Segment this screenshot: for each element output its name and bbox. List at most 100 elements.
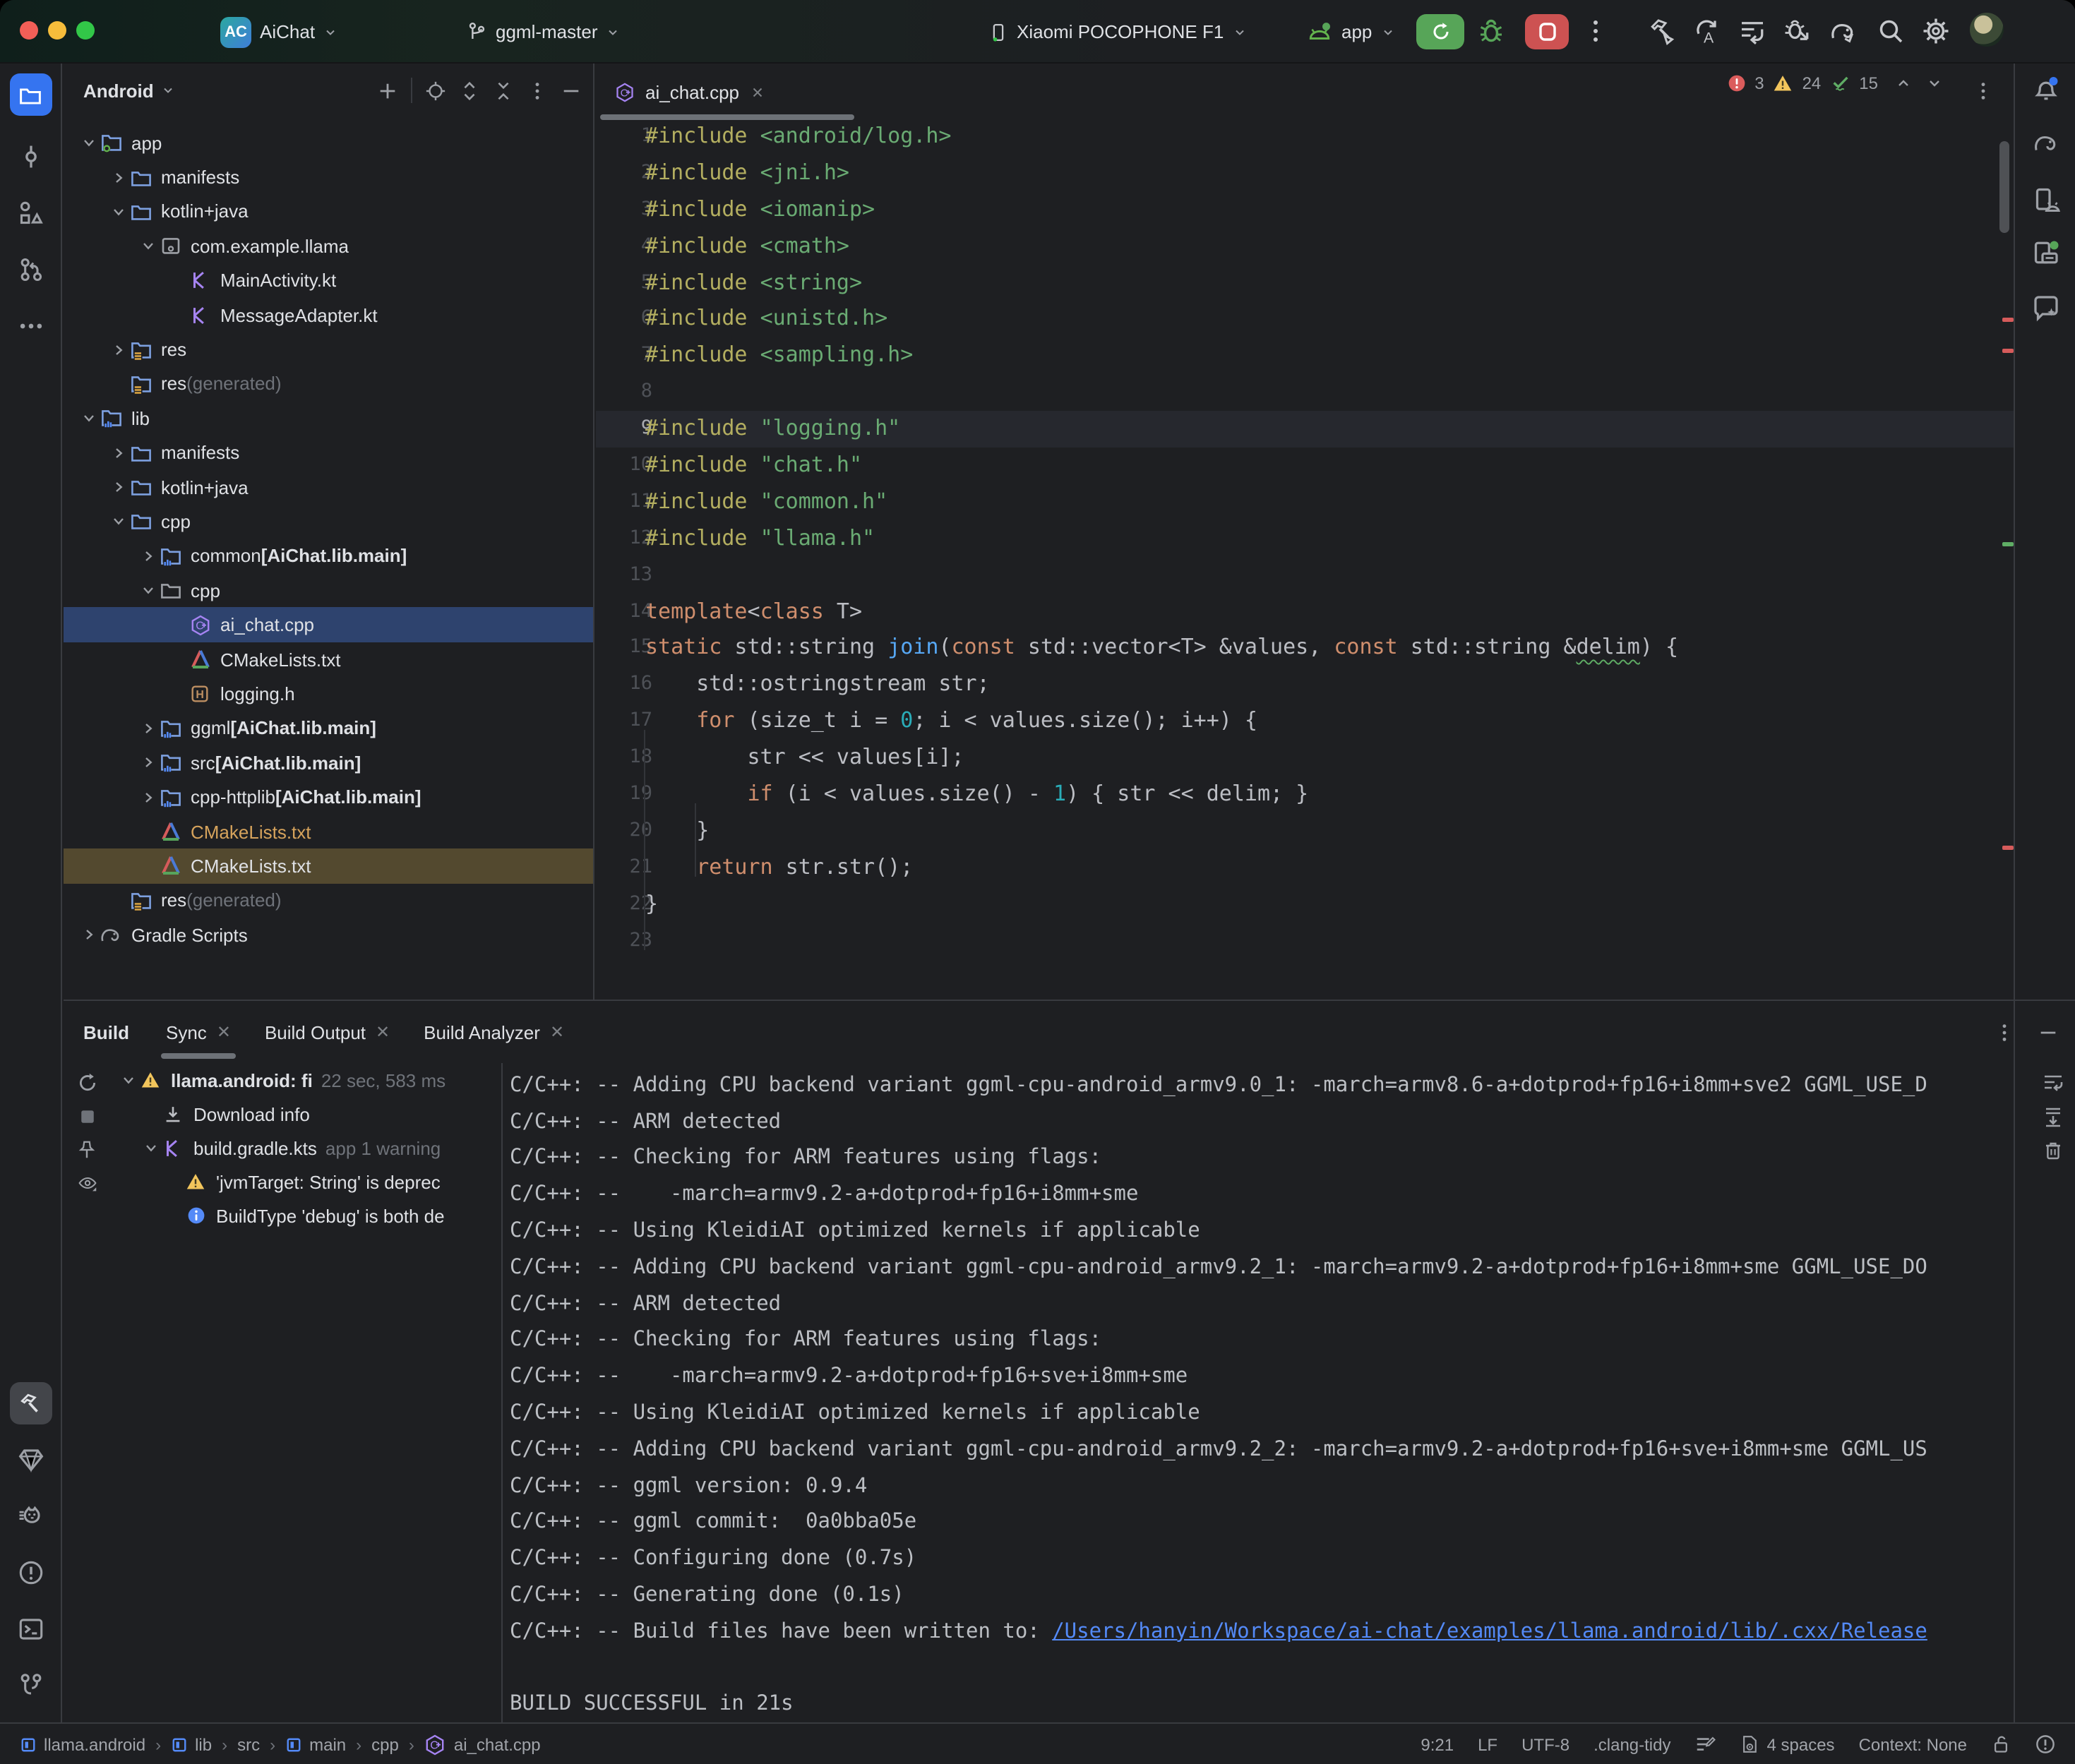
encoding[interactable]: UTF-8 — [1521, 1734, 1569, 1754]
project-view-selector[interactable]: Android — [83, 80, 154, 101]
code-line[interactable]: 3#include <iomanip> — [596, 192, 2014, 229]
code-line[interactable]: 9#include "logging.h" — [596, 411, 2014, 448]
collapse-all-icon[interactable] — [493, 80, 514, 101]
add-icon[interactable] — [377, 80, 398, 101]
breadcrumb-item[interactable]: Cai_chat.cpp — [424, 1733, 541, 1756]
soft-wrap-icon[interactable] — [2042, 1072, 2064, 1094]
log-link[interactable]: /Users/hanyin/Workspace/ai-chat/examples… — [1052, 1621, 1927, 1643]
tree-row[interactable]: manifests — [64, 160, 593, 195]
tree-row[interactable]: Cai_chat.cpp — [64, 608, 593, 642]
build-window-title[interactable]: Build — [83, 1021, 129, 1043]
sidebar-item-structure[interactable] — [17, 200, 44, 227]
tree-row[interactable]: cpp-httplib [AiChat.lib.main] — [64, 780, 593, 815]
sidebar-item-gradle[interactable] — [2031, 129, 2059, 156]
attach-debugger-button[interactable] — [1783, 17, 1812, 45]
code-line[interactable]: 18 str << values[i]; — [596, 740, 2014, 776]
maximize-window-button[interactable] — [76, 21, 95, 40]
sidebar-item-device-manager[interactable] — [2031, 186, 2059, 215]
code-line[interactable]: 4#include <cmath> — [596, 228, 2014, 265]
sync-tree-row[interactable]: Download info — [110, 1097, 500, 1131]
tree-row[interactable]: common [AiChat.lib.main] — [64, 539, 593, 573]
sidebar-item-pull-requests[interactable] — [17, 256, 44, 283]
tree-row[interactable]: kotlin+java — [64, 195, 593, 229]
branch-selector[interactable]: ggml-master — [466, 0, 621, 64]
stop-sync-icon[interactable] — [77, 1107, 97, 1127]
code-line[interactable]: 17 for (size_t i = 0; i < values.size();… — [596, 704, 2014, 740]
sidebar-item-build[interactable] — [9, 1382, 52, 1424]
gradle-sync-button[interactable] — [1829, 17, 1858, 45]
sync-tree-row[interactable]: build.gradle.ktsapp 1 warning — [110, 1131, 500, 1165]
tree-row[interactable]: CMakeLists.txt — [64, 642, 593, 677]
caret-position[interactable]: 9:21 — [1421, 1734, 1454, 1754]
sidebar-item-app-insights[interactable] — [17, 1446, 44, 1473]
scroll-to-end-icon[interactable] — [2042, 1105, 2064, 1128]
indent-config[interactable]: 4 spaces — [1740, 1734, 1835, 1755]
breadcrumb-item[interactable]: src — [237, 1734, 260, 1754]
pin-icon[interactable] — [76, 1139, 97, 1160]
rerun-button[interactable] — [1416, 14, 1464, 49]
tree-row[interactable]: ggml [AiChat.lib.main] — [64, 711, 593, 745]
code-line[interactable]: 15static std::string join(const std::vec… — [596, 630, 2014, 667]
sync-tree-row[interactable]: 'jvmTarget: String' is deprec — [110, 1165, 500, 1199]
tree-row[interactable]: com.example.llama — [64, 229, 593, 263]
options-menu-icon[interactable] — [527, 80, 548, 101]
tree-row[interactable]: manifests — [64, 436, 593, 470]
code-line[interactable]: 22} — [596, 886, 2014, 923]
lock-indicator[interactable] — [1991, 1734, 2011, 1755]
sidebar-item-project[interactable] — [9, 73, 52, 116]
sidebar-item-terminal[interactable] — [17, 1616, 44, 1643]
code-line[interactable]: 1#include <android/log.h> — [596, 119, 2014, 155]
breadcrumb-item[interactable]: cpp — [371, 1734, 399, 1754]
ai-context[interactable]: Context: None — [1859, 1734, 1967, 1754]
next-problem-icon[interactable] — [1926, 74, 1943, 91]
close-icon[interactable] — [749, 84, 765, 100]
build-project-button[interactable] — [1648, 17, 1676, 45]
notifications-indicator[interactable] — [2035, 1734, 2056, 1755]
breadcrumb-item[interactable]: lib — [171, 1734, 212, 1754]
sidebar-item-notifications[interactable] — [2031, 75, 2059, 103]
code-line[interactable]: 14template<class T> — [596, 594, 2014, 630]
sidebar-item-running-devices[interactable] — [2031, 239, 2059, 267]
tree-row[interactable]: CMakeLists.txt — [64, 815, 593, 849]
project-selector[interactable]: AC AiChat — [220, 0, 337, 64]
tree-row[interactable]: app — [64, 126, 593, 160]
sidebar-item-version-control[interactable] — [17, 1672, 44, 1699]
code-line[interactable]: 16 std::ostringstream str; — [596, 667, 2014, 704]
close-icon[interactable]: ✕ — [550, 1022, 564, 1042]
tree-row[interactable]: src [AiChat.lib.main] — [64, 745, 593, 780]
tab-build-output[interactable]: Build Output✕ — [248, 1001, 407, 1063]
tab-sync[interactable]: Sync✕ — [149, 1001, 248, 1063]
tree-row[interactable]: lib — [64, 401, 593, 436]
hide-panel-icon[interactable] — [2038, 1021, 2059, 1043]
sidebar-item-commit[interactable] — [17, 143, 44, 170]
breadcrumb-item[interactable]: llama.android — [20, 1734, 145, 1754]
error-stripe-mark[interactable] — [2002, 318, 2014, 322]
tab-build-analyzer[interactable]: Build Analyzer✕ — [407, 1001, 581, 1063]
breadcrumb-item[interactable]: main — [285, 1734, 346, 1754]
breadcrumb[interactable]: llama.android›lib›src›main›cpp›Cai_chat.… — [0, 1733, 541, 1756]
build-log[interactable]: C/C++: -- Using KleidiAI optimized kerne… — [501, 1063, 2014, 1722]
tree-row[interactable]: kotlin+java — [64, 470, 593, 505]
prev-problem-icon[interactable] — [1895, 74, 1912, 91]
tree-row[interactable]: Gradle Scripts — [64, 918, 593, 952]
stop-button[interactable] — [1525, 14, 1569, 49]
expand-all-icon[interactable] — [459, 80, 480, 101]
code-line[interactable]: 23 — [596, 923, 2014, 959]
inspections-widget[interactable]: 3 24 15 — [1726, 72, 1943, 93]
code-line[interactable]: 12#include "llama.h" — [596, 521, 2014, 558]
code-line[interactable]: 13 — [596, 557, 2014, 594]
build-variants-button[interactable] — [1738, 17, 1766, 45]
sidebar-item-problems[interactable] — [17, 1559, 44, 1586]
hide-panel-icon[interactable] — [561, 80, 582, 101]
code-line[interactable]: 10#include "chat.h" — [596, 448, 2014, 484]
run-more-menu[interactable] — [1584, 18, 1607, 44]
formatter[interactable]: .clang-tidy — [1593, 1734, 1670, 1754]
settings-button[interactable] — [1922, 17, 1950, 45]
ok-stripe-mark[interactable] — [2002, 542, 2014, 546]
options-menu-icon[interactable] — [1994, 1021, 2015, 1043]
sync-tree-row[interactable]: BuildType 'debug' is both de — [110, 1199, 500, 1232]
code-line[interactable]: 2#include <jni.h> — [596, 155, 2014, 192]
code-line[interactable]: 11#include "common.h" — [596, 484, 2014, 521]
line-ending[interactable]: LF — [1478, 1734, 1497, 1754]
device-selector[interactable]: Xiaomi POCOPHONE F1 — [988, 0, 1246, 64]
